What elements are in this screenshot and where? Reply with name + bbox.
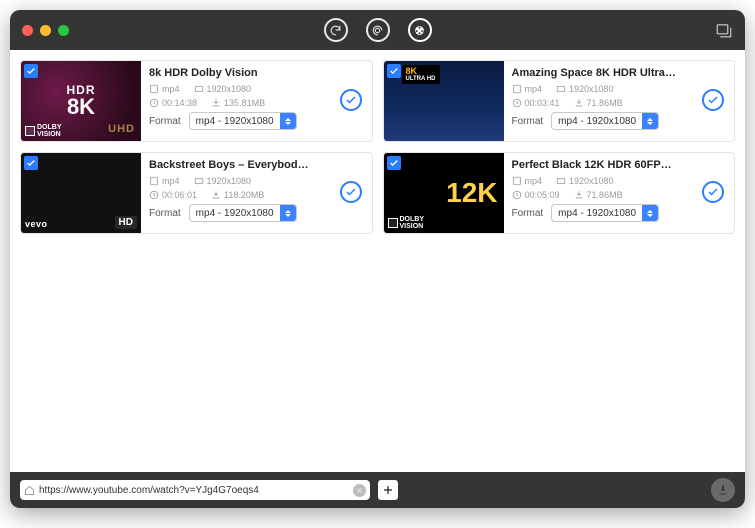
- size-label: 71.86MB: [574, 190, 623, 200]
- selected-check-icon[interactable]: [24, 64, 38, 78]
- home-icon: [24, 485, 35, 496]
- status-check-icon[interactable]: [340, 89, 362, 111]
- format-label: Format: [149, 208, 181, 219]
- container-label: mp4: [512, 176, 543, 186]
- resolution-icon: [194, 84, 204, 94]
- duration-label: 00:14:38: [149, 98, 197, 108]
- resolution-icon: [556, 176, 566, 186]
- app-window: HDR8KUHDDOLBYVISION 8k HDR Dolby Vision …: [10, 10, 745, 508]
- resolution-label: 1920x1080: [194, 84, 252, 94]
- container-label: mp4: [512, 84, 543, 94]
- close-button[interactable]: [22, 25, 33, 36]
- status-check-icon[interactable]: [702, 89, 724, 111]
- video-thumbnail[interactable]: DOLBYVISION12K: [384, 153, 504, 233]
- file-icon: [512, 176, 522, 186]
- video-card: HDvevo Backstreet Boys – Everybod… mp4 1…: [20, 152, 373, 234]
- video-title: Amazing Space 8K HDR Ultra…: [512, 67, 727, 79]
- file-icon: [149, 84, 159, 94]
- download-button[interactable]: [711, 478, 735, 502]
- file-icon: [149, 176, 159, 186]
- format-select[interactable]: mp4 - 1920x1080: [189, 112, 297, 130]
- video-title: Backstreet Boys – Everybod…: [149, 159, 364, 171]
- clock-icon: [512, 190, 522, 200]
- select-arrow-icon: [642, 113, 658, 129]
- format-label: Format: [512, 116, 544, 127]
- format-select[interactable]: mp4 - 1920x1080: [551, 204, 659, 222]
- duration-label: 00:03:41: [512, 98, 560, 108]
- video-thumbnail[interactable]: HDvevo: [21, 153, 141, 233]
- video-title: 8k HDR Dolby Vision: [149, 67, 364, 79]
- duration-label: 00:05:09: [512, 190, 560, 200]
- convert-icon[interactable]: [366, 18, 390, 42]
- status-check-icon[interactable]: [702, 181, 724, 203]
- video-thumbnail[interactable]: 8KULTRA HD: [384, 61, 504, 141]
- download-size-icon: [574, 190, 584, 200]
- resolution-label: 1920x1080: [556, 84, 614, 94]
- clear-url-button[interactable]: [353, 484, 366, 497]
- format-select[interactable]: mp4 - 1920x1080: [551, 112, 659, 130]
- resolution-label: 1920x1080: [556, 176, 614, 186]
- url-input[interactable]: https://www.youtube.com/watch?v=YJg4G7oe…: [39, 485, 349, 496]
- format-select[interactable]: mp4 - 1920x1080: [189, 204, 297, 222]
- video-card: 8KULTRA HD Amazing Space 8K HDR Ultra… m…: [383, 60, 736, 142]
- resolution-icon: [194, 176, 204, 186]
- url-input-box[interactable]: https://www.youtube.com/watch?v=YJg4G7oe…: [20, 480, 370, 500]
- resolution-label: 1920x1080: [194, 176, 252, 186]
- container-label: mp4: [149, 84, 180, 94]
- refresh-icon[interactable]: [324, 18, 348, 42]
- maximize-button[interactable]: [58, 25, 69, 36]
- select-arrow-icon: [280, 113, 296, 129]
- film-icon[interactable]: [408, 18, 432, 42]
- format-label: Format: [512, 208, 544, 219]
- status-check-icon[interactable]: [340, 181, 362, 203]
- mode-switcher: [324, 18, 432, 42]
- container-label: mp4: [149, 176, 180, 186]
- size-label: 135.81MB: [211, 98, 265, 108]
- video-thumbnail[interactable]: HDR8KUHDDOLBYVISION: [21, 61, 141, 141]
- file-icon: [512, 84, 522, 94]
- playlist-icon[interactable]: [715, 21, 733, 39]
- video-card: HDR8KUHDDOLBYVISION 8k HDR Dolby Vision …: [20, 60, 373, 142]
- format-label: Format: [149, 116, 181, 127]
- size-label: 118.20MB: [211, 190, 264, 200]
- select-arrow-icon: [642, 205, 658, 221]
- select-arrow-icon: [280, 205, 296, 221]
- minimize-button[interactable]: [40, 25, 51, 36]
- duration-label: 00:06:01: [149, 190, 197, 200]
- video-card: DOLBYVISION12K Perfect Black 12K HDR 60F…: [383, 152, 736, 234]
- titlebar: [10, 10, 745, 50]
- clock-icon: [149, 190, 159, 200]
- size-label: 71.86MB: [574, 98, 623, 108]
- window-controls: [10, 25, 69, 36]
- download-size-icon: [211, 190, 221, 200]
- footer-bar: https://www.youtube.com/watch?v=YJg4G7oe…: [10, 472, 745, 508]
- content-area: HDR8KUHDDOLBYVISION 8k HDR Dolby Vision …: [10, 50, 745, 472]
- download-size-icon: [211, 98, 221, 108]
- download-size-icon: [574, 98, 584, 108]
- add-url-button[interactable]: [378, 480, 398, 500]
- selected-check-icon[interactable]: [387, 64, 401, 78]
- selected-check-icon[interactable]: [24, 156, 38, 170]
- video-title: Perfect Black 12K HDR 60FP…: [512, 159, 727, 171]
- clock-icon: [512, 98, 522, 108]
- resolution-icon: [556, 84, 566, 94]
- clock-icon: [149, 98, 159, 108]
- selected-check-icon[interactable]: [387, 156, 401, 170]
